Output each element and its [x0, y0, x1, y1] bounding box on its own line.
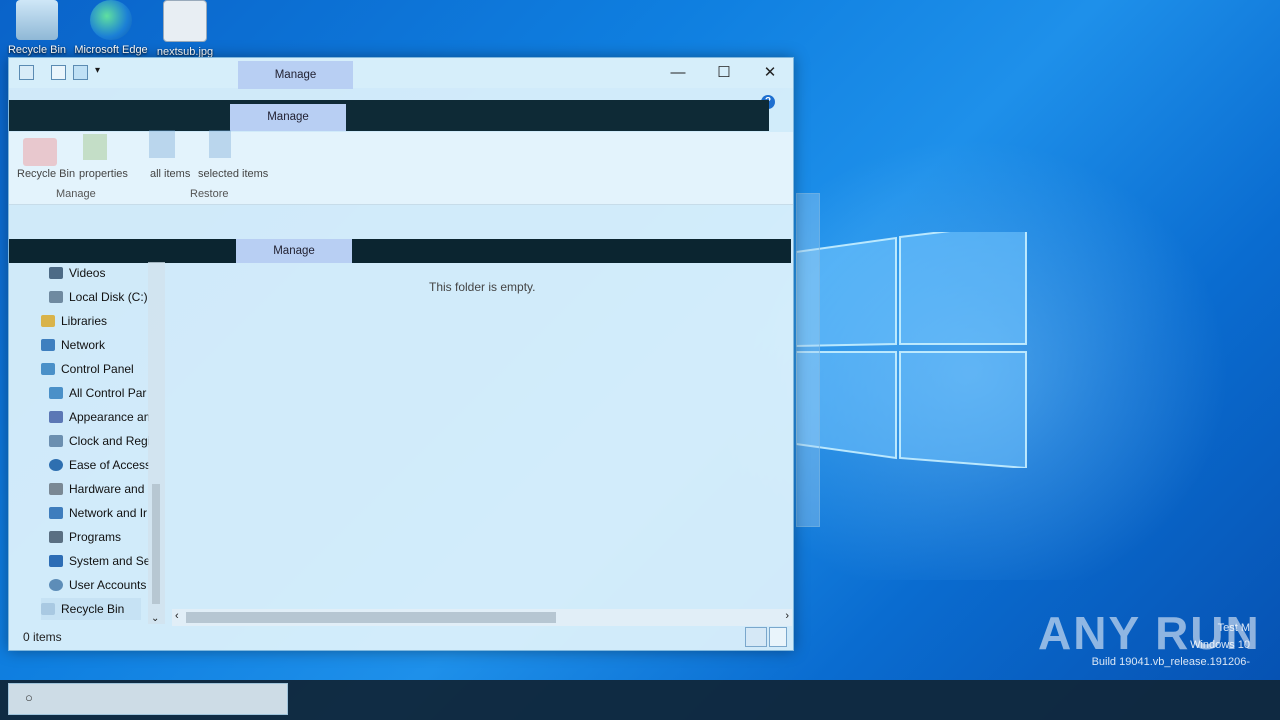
large-icons-view-button[interactable] [769, 627, 787, 647]
printer-icon [49, 483, 63, 495]
ribbon-label: properties [79, 168, 128, 180]
control-panel-icon [49, 387, 63, 399]
nav-item-appearance[interactable]: Appearance an [49, 406, 149, 428]
horizontal-scrollbar[interactable]: ‹ › [172, 609, 792, 626]
nav-label: Recycle Bin [61, 602, 125, 616]
desktop-icon-label: Recycle Bin [7, 44, 67, 56]
nav-item-hardware[interactable]: Hardware and [49, 478, 149, 500]
restore-selected-icon [209, 130, 231, 158]
watermark-line3: Build 19041.vb_release.191206- [1091, 656, 1250, 668]
manage-tab[interactable]: Manage [238, 61, 353, 89]
ribbon-group-manage: Manage [56, 188, 96, 200]
recycle-bin-icon [16, 0, 58, 40]
nav-item-network[interactable]: Network [41, 334, 105, 356]
nav-scrollbar[interactable]: ⌄ [148, 262, 165, 624]
watermark-line1: Test M [1217, 622, 1250, 634]
folder-icon [19, 65, 34, 80]
edge-icon [90, 0, 132, 40]
nav-label: Clock and Regi [69, 434, 149, 448]
desktop-icon-label: Microsoft Edge [74, 44, 148, 56]
desktop-icon-edge[interactable]: Microsoft Edge [74, 0, 148, 56]
nav-label: Local Disk (C:) [69, 290, 148, 304]
network-icon [41, 339, 55, 351]
maximize-button[interactable]: ☐ [701, 58, 747, 88]
control-panel-icon [41, 363, 55, 375]
ribbon-label: Recycle Bin [17, 168, 76, 180]
drive-icon [49, 291, 63, 303]
status-item-count: 0 items [23, 630, 62, 644]
chevron-right-icon[interactable]: › [785, 610, 789, 622]
nav-item-all-control-panel[interactable]: All Control Par [49, 382, 149, 404]
nav-item-system-security[interactable]: System and Sec [49, 550, 149, 572]
nav-label: Control Panel [61, 362, 134, 376]
nav-item-recycle-bin[interactable]: Recycle Bin [41, 598, 141, 620]
clock-icon [49, 435, 63, 447]
nav-item-videos[interactable]: Videos [49, 262, 105, 284]
properties-quick-icon[interactable] [51, 65, 66, 80]
watermark-line2: Windows 10 [1190, 639, 1250, 651]
nav-item-local-disk[interactable]: Local Disk (C:) [49, 286, 148, 308]
nav-label: Libraries [61, 314, 108, 328]
videos-icon [49, 267, 63, 279]
chevron-down-icon[interactable]: ▾ [95, 65, 100, 76]
manage-tab-overlay[interactable]: Manage [230, 104, 346, 131]
libraries-icon [41, 315, 55, 327]
nav-item-ease-of-access[interactable]: Ease of Access [49, 454, 149, 476]
nav-label: Ease of Access [69, 458, 149, 472]
windows-logo [795, 220, 1028, 470]
nav-label: Hardware and [69, 482, 145, 496]
glitch-address-overlay: Manage [9, 239, 791, 263]
chevron-left-icon[interactable]: ‹ [175, 610, 179, 622]
nav-item-libraries[interactable]: Libraries [41, 310, 107, 332]
nav-item-programs[interactable]: Programs [49, 526, 149, 548]
nav-item-control-panel[interactable]: Control Panel [41, 358, 134, 380]
desktop-icon-nextsub[interactable]: nextsub.jpg [148, 0, 222, 58]
scrollbar-thumb[interactable] [152, 484, 160, 604]
search-icon: ○ [25, 690, 33, 705]
taskbar-search-box[interactable]: ○ [8, 683, 288, 715]
minimize-button[interactable]: — [655, 58, 701, 88]
desktop-icon-recycle-bin[interactable]: Recycle Bin [0, 0, 74, 56]
scrollbar-thumb[interactable] [186, 612, 556, 623]
manage-tab-overlay-2[interactable]: Manage [236, 239, 352, 263]
chevron-down-icon[interactable]: ⌄ [151, 613, 159, 624]
title-bar[interactable]: ▾ Manage — ☐ ✕ [9, 58, 793, 89]
nav-label: Programs [69, 530, 122, 544]
glitch-toolbar-overlay: Manage [9, 100, 769, 131]
nav-label: User Accounts [69, 578, 147, 592]
nav-item-user-accounts[interactable]: User Accounts [49, 574, 149, 596]
appearance-icon [49, 411, 63, 423]
nav-label: Videos [69, 266, 106, 280]
nav-item-clock-region[interactable]: Clock and Regi [49, 430, 149, 452]
background-window-edge [796, 193, 820, 527]
new-folder-quick-icon[interactable] [73, 65, 88, 80]
ribbon-label: all items [150, 168, 191, 180]
nav-label: System and Sec [69, 554, 149, 568]
ease-of-access-icon [49, 459, 63, 471]
nav-label: All Control Par [69, 386, 147, 400]
explorer-window[interactable]: ▾ Manage — ☐ ✕ ? Manage Recycle Bin prop… [8, 57, 794, 651]
restore-all-icon [149, 130, 175, 158]
recycle-bin-icon [41, 603, 55, 615]
nav-label: Network [61, 338, 106, 352]
empty-recycle-bin-icon [23, 138, 57, 166]
ribbon-label: selected items [198, 168, 269, 180]
close-button[interactable]: ✕ [747, 58, 793, 88]
nav-item-network-internet[interactable]: Network and Ir [49, 502, 149, 524]
properties-icon [83, 134, 107, 160]
nav-label: Network and Ir [69, 506, 148, 520]
programs-icon [49, 531, 63, 543]
image-file-icon [163, 0, 207, 42]
ribbon-group-restore: Restore [190, 188, 229, 200]
globe-icon [49, 507, 63, 519]
user-icon [49, 579, 63, 591]
nav-label: Appearance an [69, 410, 149, 424]
details-view-button[interactable] [745, 627, 767, 647]
navigation-pane[interactable]: Videos Local Disk (C:) Libraries Network… [9, 262, 165, 624]
shield-icon [49, 555, 63, 567]
empty-folder-message: This folder is empty. [429, 280, 536, 294]
